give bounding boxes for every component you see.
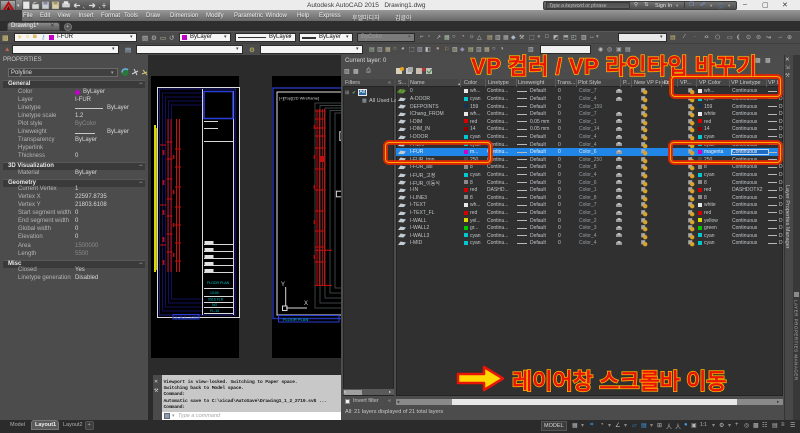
svg-text:Y: Y [281, 282, 285, 288]
svg-text:1/100: 1/100 [210, 291, 219, 295]
svg-text:FLOOR PLAN: FLOOR PLAN [207, 281, 230, 285]
svg-text:NO: NO [212, 303, 218, 307]
svg-text:[+][Top][2D Wireframe]: [+][Top][2D Wireframe] [279, 96, 319, 101]
svg-text:0516 FLR: 0516 FLR [208, 298, 224, 302]
svg-text:FL-10: FL-10 [210, 309, 219, 313]
svg-text:SCALE : 1/100: SCALE : 1/100 [175, 316, 198, 320]
svg-text:FLOOR PLAN: FLOOR PLAN [283, 317, 308, 322]
svg-text:X: X [304, 301, 308, 307]
